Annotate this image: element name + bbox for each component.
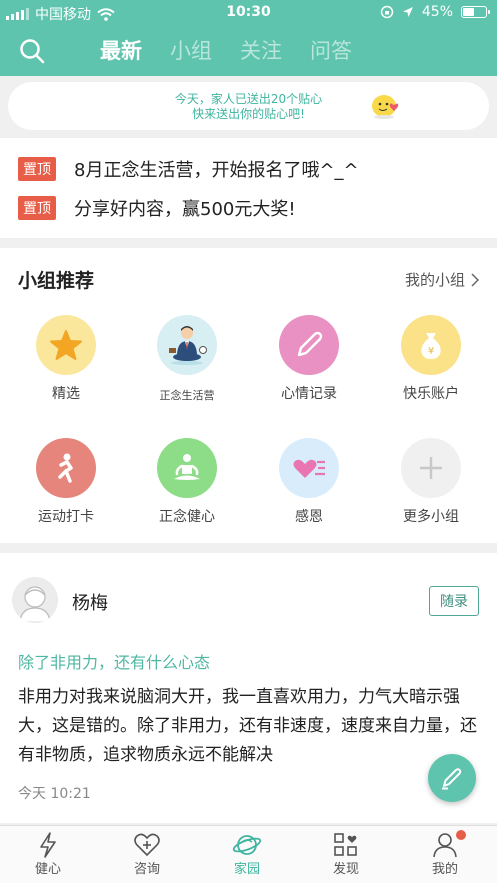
bottom-tab-label: 发现: [332, 862, 359, 877]
grid-heart-icon: [334, 833, 357, 856]
banner-text: 今天，家人已送出20个贴心 快来送出你的贴心吧!: [174, 92, 323, 121]
pinned-posts: 置顶 8月正念生活营，开始报名了哦^_^ 置顶 分享好内容，赢500元大奖!: [0, 138, 497, 238]
post-body[interactable]: 非用力对我来说脑洞大开，我一直喜欢用力，力气大暗示强大，这是错的。除了非用力，还…: [18, 683, 478, 769]
heart-list-icon: [293, 459, 325, 478]
plus-icon: [420, 457, 442, 479]
smiley-heart-icon: [372, 95, 399, 119]
group-label: 心情记录: [281, 386, 337, 402]
group-more[interactable]: 更多小组: [376, 438, 486, 526]
money-bag-icon: ¥: [421, 333, 441, 359]
tab-latest[interactable]: 最新: [100, 36, 142, 66]
bottom-tab-health[interactable]: 健心: [13, 832, 83, 877]
rotation-lock-icon: [380, 5, 394, 19]
pinned-badge: 置顶: [18, 196, 56, 220]
bottom-tab-label: 家园: [233, 862, 260, 877]
group-happy-account[interactable]: ¥ 快乐账户: [376, 315, 486, 403]
tab-qa[interactable]: 问答: [310, 36, 352, 66]
search-button[interactable]: [18, 37, 46, 65]
feed-tabs: 最新 小组 关注 问答: [100, 36, 352, 66]
pinned-item[interactable]: 置顶 8月正念生活营，开始报名了哦^_^: [18, 156, 359, 182]
group-mood-journal[interactable]: 心情记录: [254, 315, 364, 403]
pinned-title: 8月正念生活营，开始报名了哦^_^: [74, 160, 359, 181]
tab-following[interactable]: 关注: [240, 36, 282, 66]
meditation-man-icon: [169, 326, 207, 365]
gift-banner[interactable]: 今天，家人已送出20个贴心 快来送出你的贴心吧!: [8, 82, 489, 130]
person-icon: [433, 833, 457, 858]
group-label: 精选: [52, 386, 80, 402]
location-icon: [402, 7, 413, 17]
bottom-tab-bar: 健心 咨询 家园 发现 我的: [0, 825, 497, 883]
group-label: 运动打卡: [38, 509, 94, 525]
post-timestamp: 今天 10:21: [18, 786, 91, 802]
running-icon: [58, 453, 73, 483]
post-tag-button[interactable]: 随录: [429, 586, 479, 616]
heart-chat-icon: [134, 833, 160, 857]
author-name[interactable]: 杨梅: [72, 589, 108, 615]
pinned-badge: 置顶: [18, 157, 56, 181]
group-recommendations: 小组推荐 我的小组 精选 正念生活营 心情记录 ¥ 快乐账户 运动打卡 正念健心…: [0, 248, 497, 543]
group-label: 感恩: [295, 509, 323, 525]
bottom-tab-consult[interactable]: 咨询: [112, 832, 182, 877]
group-label: 正念健心: [159, 509, 215, 525]
search-icon: [20, 39, 45, 64]
tab-groups[interactable]: 小组: [170, 36, 212, 66]
group-label: 正念生活营: [159, 389, 215, 402]
planet-icon: [232, 835, 262, 855]
group-exercise-checkin[interactable]: 运动打卡: [11, 438, 121, 526]
post-card[interactable]: 杨梅 随录 除了非用力，还有什么心态 非用力对我来说脑洞大开，我一直喜欢用力，力…: [0, 553, 497, 823]
my-groups-link[interactable]: 我的小组: [405, 269, 479, 290]
section-title: 小组推荐: [18, 270, 95, 292]
bottom-tab-profile[interactable]: 我的: [410, 830, 480, 877]
top-navbar: 最新 小组 关注 问答: [0, 26, 497, 76]
group-gratitude[interactable]: 感恩: [254, 438, 364, 526]
group-label: 快乐账户: [403, 386, 459, 402]
bottom-tab-label: 我的: [431, 862, 458, 877]
lightning-icon: [40, 832, 56, 858]
pinned-title: 分享好内容，赢500元大奖!: [74, 199, 296, 220]
pinned-item[interactable]: 置顶 分享好内容，赢500元大奖!: [18, 195, 296, 221]
battery-icon: [461, 6, 490, 18]
pen-icon: [442, 768, 462, 790]
yoga-icon: [174, 454, 200, 480]
post-title[interactable]: 除了非用力，还有什么心态: [18, 649, 210, 673]
group-label: 更多小组: [403, 509, 459, 525]
compose-button[interactable]: [428, 754, 476, 802]
bottom-tab-label: 健心: [34, 862, 61, 877]
chevron-right-icon: [471, 272, 479, 287]
group-featured[interactable]: 精选: [11, 315, 121, 403]
avatar[interactable]: [12, 577, 58, 623]
notification-dot: [456, 830, 466, 840]
svg-text:¥: ¥: [428, 346, 434, 357]
bottom-tab-discover[interactable]: 发现: [311, 832, 381, 877]
group-mindful-camp[interactable]: 正念生活营: [132, 315, 242, 403]
pen-icon: [297, 331, 323, 357]
battery-percent: 45%: [421, 4, 453, 20]
bottom-tab-label: 咨询: [133, 862, 160, 877]
user-avatar-icon: [12, 577, 58, 623]
status-bar: 中国移动 10:30 45%: [0, 0, 497, 26]
group-mindful-heart[interactable]: 正念健心: [132, 438, 242, 526]
star-icon: [50, 330, 82, 360]
bottom-tab-home[interactable]: 家园: [212, 832, 282, 877]
